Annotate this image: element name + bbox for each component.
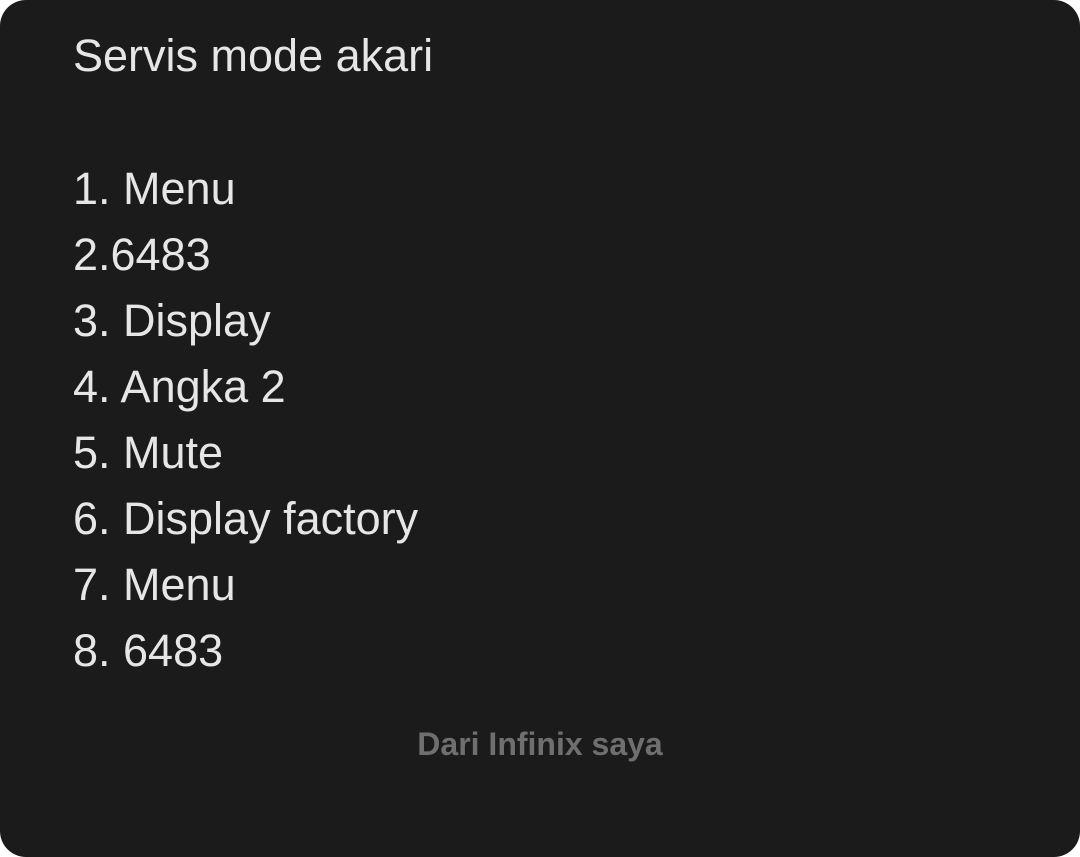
list-item: 8. 6483 [73,625,224,676]
list-item: 7. Menu [73,559,236,610]
signature-text: Dari Infinix saya [417,726,663,762]
list-item: 6. Display factory [73,493,419,544]
note-steps-list: 1. Menu 2.6483 3. Display 4. Angka 2 5. … [73,156,418,684]
list-item: 5. Mute [73,427,224,478]
list-item: 3. Display [73,295,271,346]
list-item: 2.6483 [73,229,211,280]
list-item: 1. Menu [73,163,236,214]
note-title: Servis mode akari [73,30,434,81]
list-item: 4. Angka 2 [73,361,286,412]
note-card: Servis mode akari 1. Menu 2.6483 3. Disp… [0,0,1080,857]
